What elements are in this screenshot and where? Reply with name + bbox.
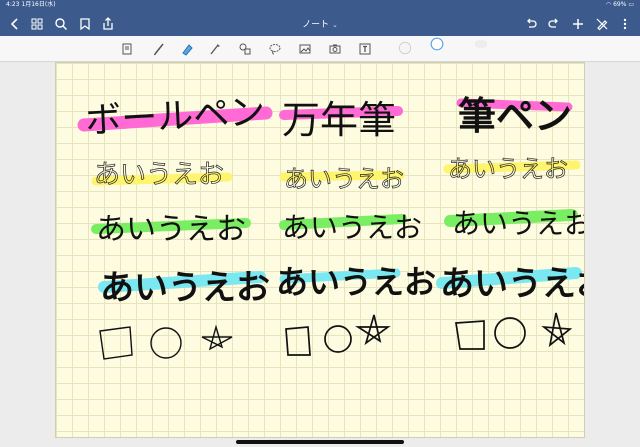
square-drawing <box>455 320 485 350</box>
sample-row3-col1: あいうえお <box>100 268 270 308</box>
highlighter-icon[interactable] <box>180 41 194 56</box>
sample-row1-col2: あいうえお <box>284 165 404 193</box>
add-page-icon[interactable] <box>571 16 585 30</box>
status-date: 1月16日(水) <box>21 1 56 8</box>
star-drawing <box>355 314 391 346</box>
lasso-icon[interactable] <box>268 41 282 55</box>
note-page[interactable]: ボールペン 万年筆 筆ペン あいうえお あいうえお あいうえお あいうえお あい… <box>55 62 585 438</box>
shapes-col2 <box>285 314 391 356</box>
header-fountain-pen: 万年筆 <box>282 98 396 142</box>
brush-icon[interactable] <box>208 41 222 55</box>
star-drawing <box>541 312 573 348</box>
undo-icon[interactable] <box>524 16 538 30</box>
wifi-icon: ◠ <box>605 1 612 8</box>
circle-drawing <box>150 327 182 359</box>
color-swatch-pattern[interactable] <box>474 36 512 60</box>
sample-row2-col3: あいうえお <box>452 207 584 240</box>
square-drawing <box>285 326 311 356</box>
more-icon[interactable] <box>618 16 632 30</box>
shapes-icon[interactable] <box>238 41 252 55</box>
square-drawing <box>99 326 133 360</box>
shapes-col3 <box>455 312 573 350</box>
sample-row1-col3: あいうえお <box>448 155 568 183</box>
color-swatch-selected[interactable] <box>430 36 454 60</box>
status-bar: 4:23 1月16日(水) ◠ 69% ▭ <box>0 0 640 10</box>
redo-icon[interactable] <box>547 16 561 30</box>
handwriting-layer: ボールペン 万年筆 筆ペン あいうえお あいうえお あいうえお あいうえお あい… <box>77 92 584 360</box>
note-canvas[interactable]: ボールペン 万年筆 筆ペン あいうえお あいうえお あいうえお あいうえお あい… <box>0 62 640 447</box>
edit-off-icon[interactable] <box>595 16 609 31</box>
camera-icon[interactable] <box>328 41 342 55</box>
battery-percent: 69% <box>613 1 627 8</box>
header-ballpoint-pen: ボールペン <box>84 92 266 142</box>
title-chevron-icon: ⌄ <box>332 21 338 29</box>
navigation-bar: ノート ⌄ <box>0 10 640 36</box>
circle-drawing <box>324 325 352 353</box>
drawing-toolbar <box>0 36 640 62</box>
circle-drawing <box>494 317 526 349</box>
pen-icon[interactable] <box>152 41 166 56</box>
document-title: ノート <box>302 20 330 30</box>
star-drawing <box>201 324 233 351</box>
battery-icon: ▭ <box>628 1 634 8</box>
document-title-button[interactable]: ノート ⌄ <box>0 17 640 30</box>
home-indicator[interactable] <box>236 440 404 444</box>
image-icon[interactable] <box>298 41 312 55</box>
shapes-col1 <box>99 324 233 360</box>
sample-row3-col3: あいうえお <box>440 264 584 304</box>
sample-row1-col1: あいうえお <box>94 160 224 190</box>
color-swatch-light[interactable] <box>398 40 414 56</box>
sample-row2-col2: あいうえお <box>282 211 422 244</box>
textbox-icon[interactable] <box>358 41 372 55</box>
status-time: 4:23 <box>6 1 20 8</box>
sample-row3-col2: あいうえお <box>276 263 436 301</box>
sample-row2-col1: あいうえお <box>96 212 246 247</box>
page-thumbnail-icon[interactable] <box>120 41 134 55</box>
header-brush-pen: 筆ペン <box>458 94 572 138</box>
